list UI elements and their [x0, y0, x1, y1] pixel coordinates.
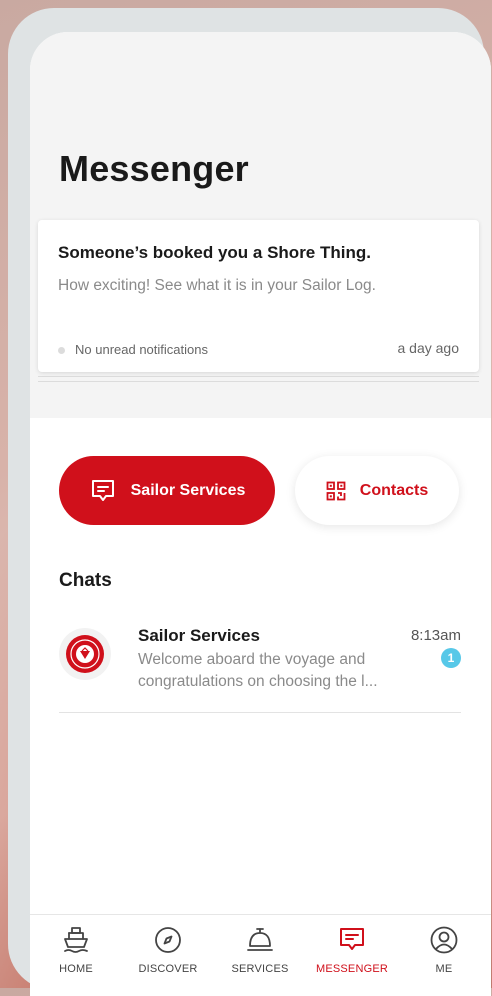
- message-icon: [89, 477, 117, 505]
- status-dot: [58, 347, 65, 354]
- unread-badge: 1: [441, 648, 461, 668]
- tab-services[interactable]: SERVICES: [214, 915, 306, 995]
- tab-me[interactable]: ME: [398, 915, 490, 995]
- divider: [59, 712, 461, 713]
- service-bell-icon: [245, 922, 275, 958]
- compass-icon: [153, 922, 183, 958]
- chat-name: Sailor Services: [138, 626, 260, 645]
- tab-discover[interactable]: DISCOVER: [122, 915, 214, 995]
- qr-code-icon: [326, 481, 346, 501]
- tab-discover-label: DISCOVER: [138, 963, 198, 975]
- tab-home[interactable]: HOME: [30, 915, 122, 995]
- ship-icon: [61, 922, 91, 958]
- notification-body: How exciting! See what it is in your Sai…: [58, 277, 376, 294]
- notification-status: No unread notifications: [75, 342, 208, 357]
- avatar: [59, 628, 111, 680]
- app-screen: Messenger Someone’s booked you a Shore T…: [30, 32, 491, 996]
- user-icon: [429, 922, 459, 958]
- chat-time: 8:13am: [410, 627, 461, 644]
- notification-time: a day ago: [397, 340, 460, 356]
- page-title: Messenger: [59, 148, 249, 189]
- bottom-tab-bar: HOME DISCOVER SERVICES MESSENGER ME: [30, 914, 491, 996]
- header-area: Messenger Someone’s booked you a Shore T…: [30, 32, 491, 418]
- device-frame: Messenger Someone’s booked you a Shore T…: [8, 8, 491, 996]
- sailor-services-label: Sailor Services: [130, 481, 246, 499]
- notification-title: Someone’s booked you a Shore Thing.: [58, 243, 371, 262]
- notification-card[interactable]: Someone’s booked you a Shore Thing. How …: [38, 220, 479, 372]
- chat-preview: Welcome aboard the voyage and congratula…: [138, 651, 378, 690]
- tab-me-label: ME: [435, 963, 453, 975]
- tab-home-label: HOME: [59, 963, 93, 975]
- sailor-services-button[interactable]: Sailor Services: [59, 456, 275, 525]
- tab-messenger[interactable]: MESSENGER: [306, 915, 398, 995]
- chat-item[interactable]: Sailor Services 8:13am Welcome aboard th…: [59, 624, 461, 712]
- card-stack-edge: [38, 376, 479, 377]
- tab-services-label: SERVICES: [231, 963, 289, 975]
- card-stack-edge: [38, 381, 479, 382]
- contacts-label: Contacts: [359, 481, 429, 499]
- tab-messenger-label: MESSENGER: [315, 963, 389, 975]
- message-icon: [337, 922, 367, 958]
- contacts-button[interactable]: Contacts: [295, 456, 459, 525]
- chats-heading: Chats: [59, 570, 112, 591]
- sailor-services-logo-icon: [66, 635, 104, 673]
